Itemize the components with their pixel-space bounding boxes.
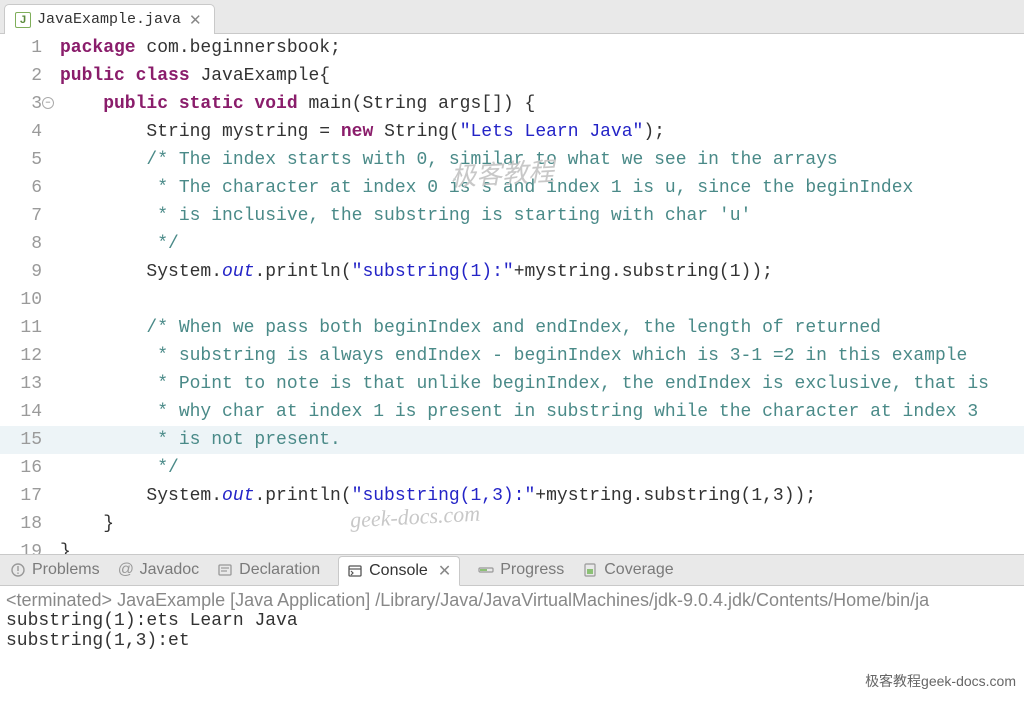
coverage-icon xyxy=(582,562,598,578)
line-number: 12 xyxy=(0,342,52,370)
line-number: 14 xyxy=(0,398,52,426)
problems-icon xyxy=(10,562,26,578)
editor-tab[interactable]: J JavaExample.java ✕ xyxy=(4,4,215,34)
console-line: substring(1):ets Learn Java xyxy=(6,611,1018,631)
tab-progress[interactable]: Progress xyxy=(478,561,564,579)
bottom-panel-tabs: Problems @ Javadoc Declaration Console ✕… xyxy=(0,554,1024,586)
console-line: substring(1,3):et xyxy=(6,631,1018,651)
line-number: 10 xyxy=(0,286,52,314)
tab-coverage[interactable]: Coverage xyxy=(582,561,673,579)
line-number: 11 xyxy=(0,314,52,342)
line-number: 5 xyxy=(0,146,52,174)
line-number: 13 xyxy=(0,370,52,398)
fold-icon[interactable]: − xyxy=(42,97,54,109)
tab-console[interactable]: Console ✕ xyxy=(338,556,460,586)
line-number: 17 xyxy=(0,482,52,510)
tab-javadoc[interactable]: @ Javadoc xyxy=(118,561,200,579)
declaration-icon xyxy=(217,562,233,578)
line-number: 18 xyxy=(0,510,52,538)
line-number: 8 xyxy=(0,230,52,258)
tab-filename: JavaExample.java xyxy=(37,11,181,28)
close-icon[interactable]: ✕ xyxy=(438,561,451,581)
console-header: <terminated> JavaExample [Java Applicati… xyxy=(6,590,1018,611)
line-number: 2 xyxy=(0,62,52,90)
page-credit: 极客教程geek-docs.com xyxy=(865,671,1016,691)
line-number: 4 xyxy=(0,118,52,146)
code-editor[interactable]: 极客教程 geek-docs.com 1package com.beginner… xyxy=(0,34,1024,554)
progress-icon xyxy=(478,562,494,578)
close-icon[interactable]: ✕ xyxy=(187,11,204,29)
javadoc-icon: @ xyxy=(118,562,134,578)
tab-problems[interactable]: Problems xyxy=(10,561,100,579)
line-number: 3− xyxy=(0,90,52,118)
line-number: 6 xyxy=(0,174,52,202)
line-number: 1 xyxy=(0,34,52,62)
line-number: 19 xyxy=(0,538,52,554)
tab-declaration[interactable]: Declaration xyxy=(217,561,320,579)
line-number: 9 xyxy=(0,258,52,286)
line-number: 7 xyxy=(0,202,52,230)
line-number: 15 xyxy=(0,426,52,454)
editor-tab-bar: J JavaExample.java ✕ xyxy=(0,0,1024,34)
java-file-icon: J xyxy=(15,12,31,28)
console-icon xyxy=(347,563,363,579)
line-number: 16 xyxy=(0,454,52,482)
